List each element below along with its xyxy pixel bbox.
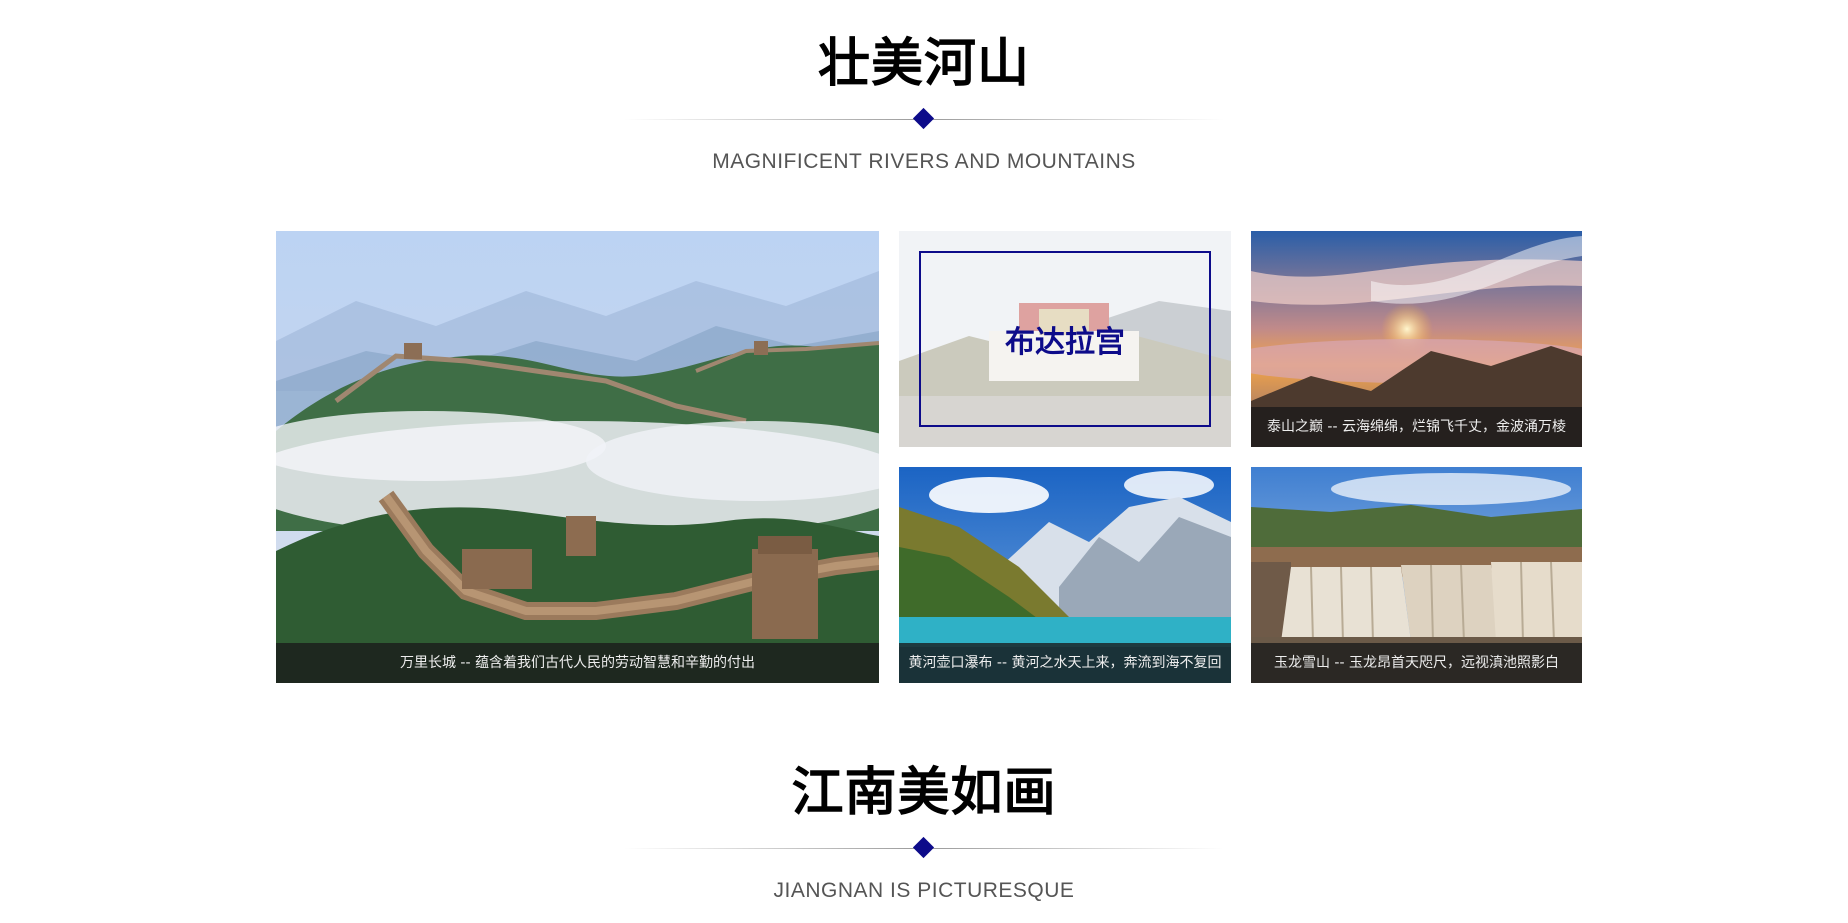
image-caption: 泰山之巅 -- 云海绵绵，烂锦飞千丈，金波涌万棱 [1251, 407, 1582, 447]
section-title: 江南美如画 [791, 763, 1057, 823]
section-subtitle: MAGNIFICENT RIVERS AND MOUNTAINS [712, 150, 1136, 173]
gallery-tile-yellow-river[interactable]: 黄河壶口瀑布 -- 黄河之水天上来，奔流到海不复回 [899, 467, 1231, 683]
tile-label: 布达拉宫 [1005, 325, 1125, 360]
gallery-tile-great-wall[interactable]: 万里长城 -- 蕴含着我们古代人民的劳动智慧和辛勤的付出 [276, 231, 879, 683]
gallery-tile-yulong[interactable]: 玉龙雪山 -- 玉龙昂首天咫尺，远视滇池照影白 [1251, 467, 1582, 683]
section-title: 壮美河山 [817, 34, 1030, 94]
image-caption: 黄河壶口瀑布 -- 黄河之水天上来，奔流到海不复回 [899, 643, 1231, 683]
gallery-tile-taishan[interactable]: 泰山之巅 -- 云海绵绵，烂锦飞千丈，金波涌万棱 [1251, 231, 1582, 447]
section-header-rivers-mountains: 壮美河山 MAGNIFICENT RIVERS AND MOUNTAINS [0, 28, 1848, 174]
title-divider [624, 836, 1224, 861]
image-caption: 玉龙雪山 -- 玉龙昂首天咫尺，远视滇池照影白 [1251, 643, 1582, 683]
title-divider [624, 107, 1224, 132]
diamond-icon [912, 107, 935, 130]
diamond-icon [912, 836, 935, 859]
section-header-jiangnan: 江南美如画 JIANGNAN IS PICTURESQUE [0, 757, 1848, 903]
section-subtitle: JIANGNAN IS PICTURESQUE [773, 879, 1075, 902]
gallery-tile-potala[interactable]: 布达拉宫 [899, 231, 1231, 447]
great-wall-image [276, 231, 879, 683]
image-caption: 万里长城 -- 蕴含着我们古代人民的劳动智慧和辛勤的付出 [276, 643, 879, 683]
